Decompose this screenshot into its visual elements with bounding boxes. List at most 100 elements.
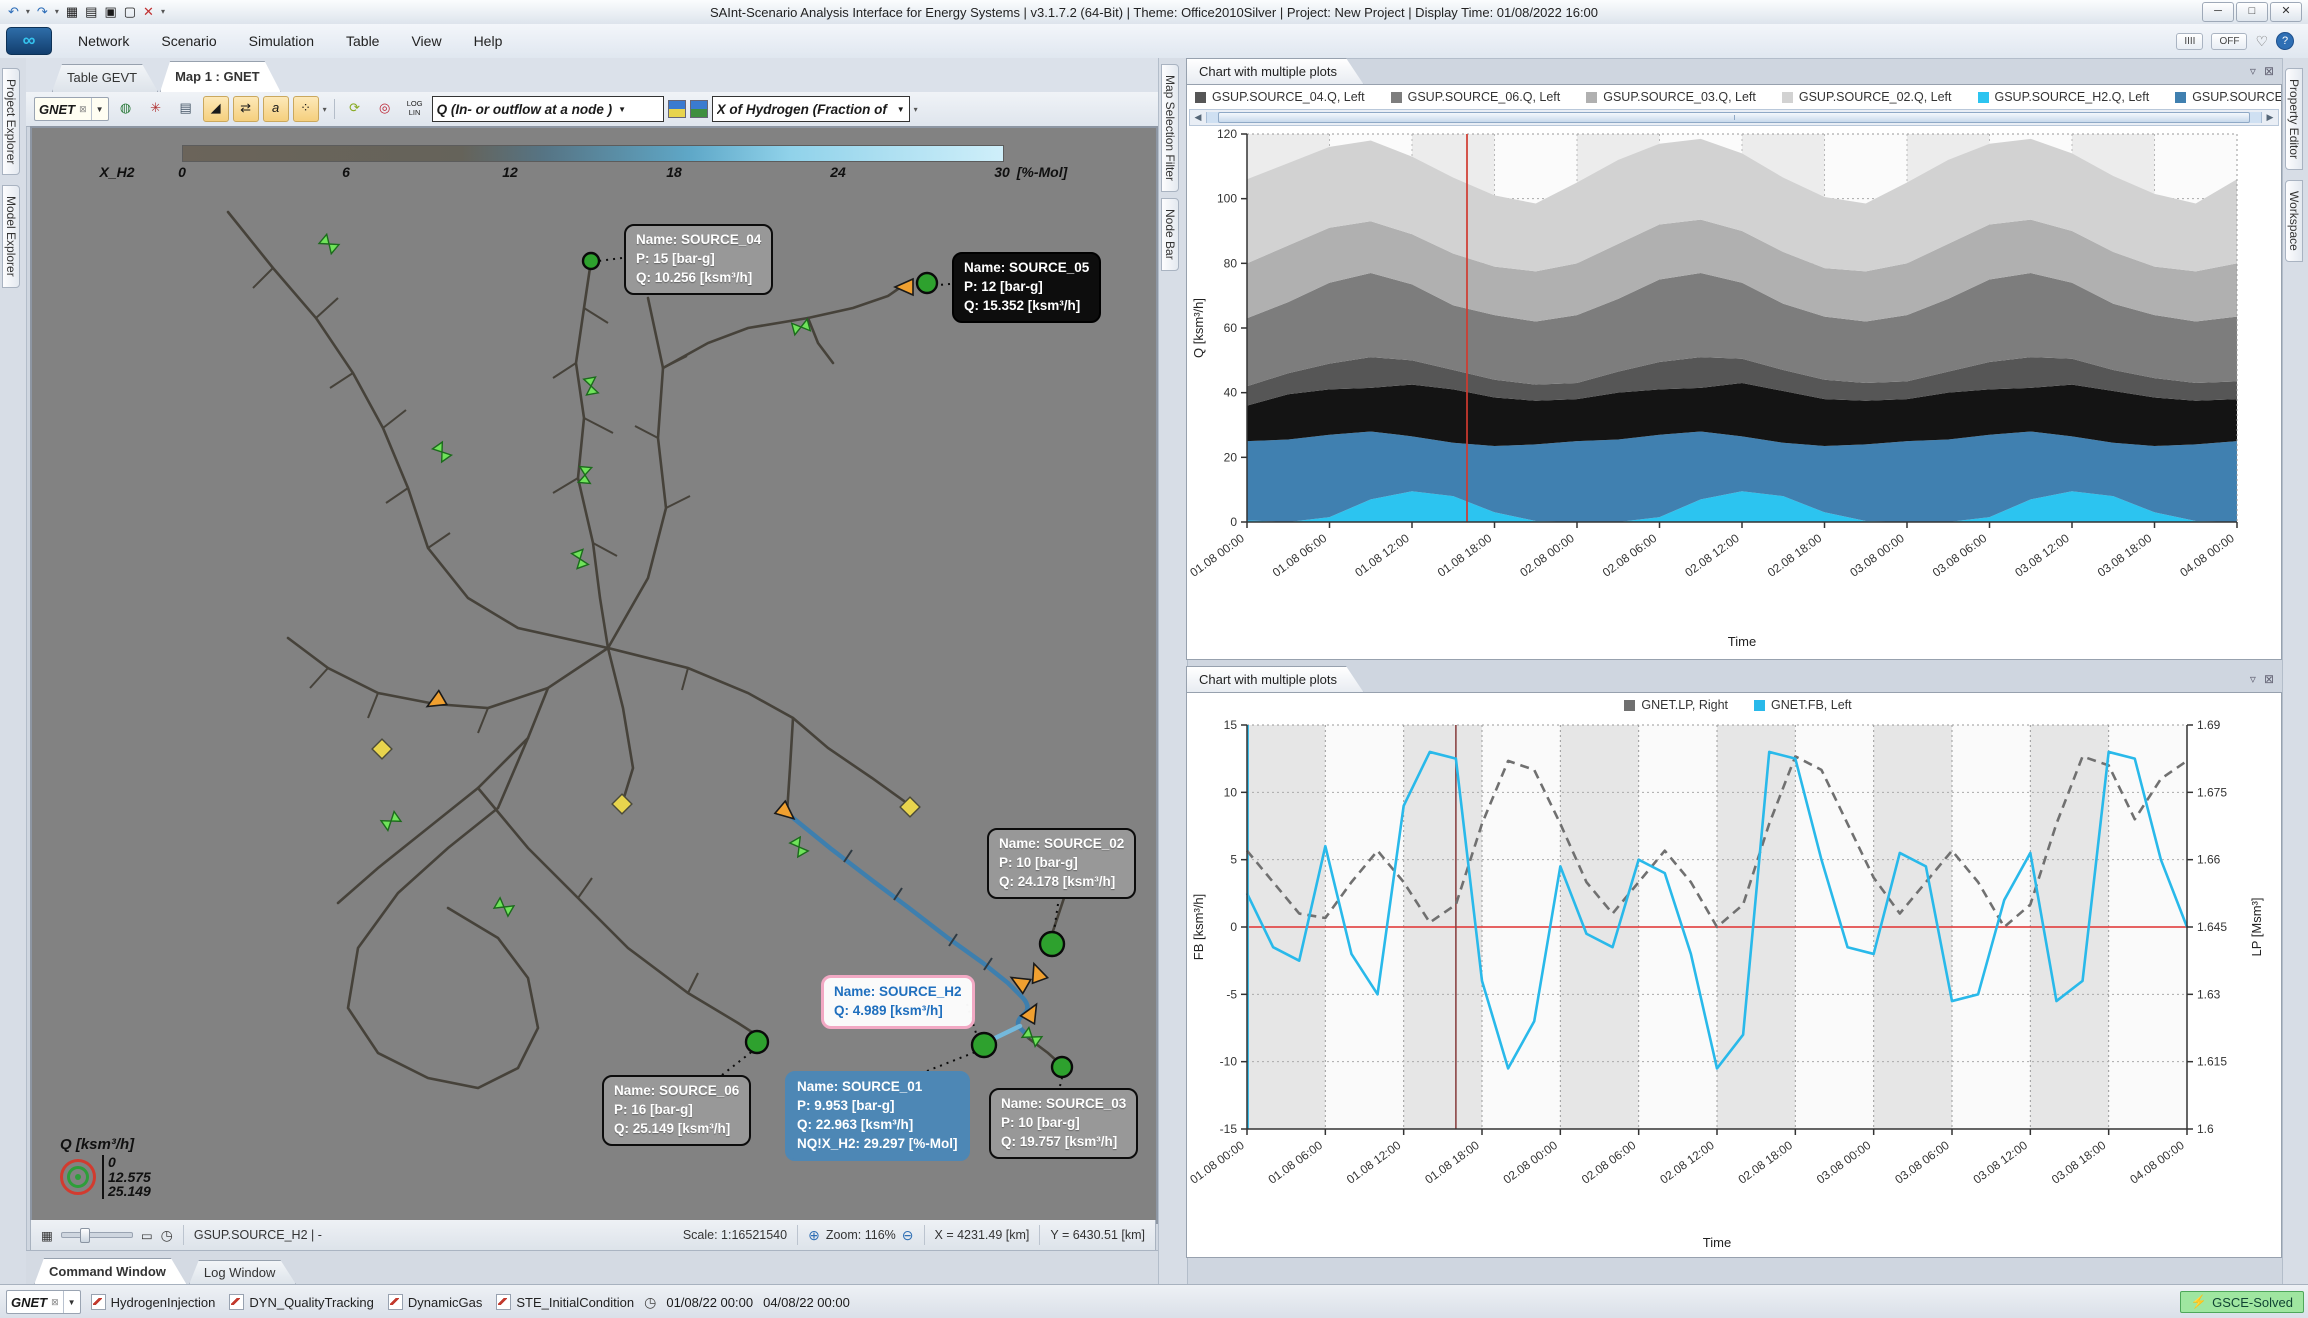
network-combo-clear-icon[interactable]: ⊠ <box>79 104 87 115</box>
delete-icon[interactable]: ✕ <box>141 3 156 21</box>
node-label-source_h2[interactable]: Name: SOURCE_H2Q: 4.989 [ksm³/h] <box>821 975 975 1029</box>
menu-help[interactable]: Help <box>458 29 519 53</box>
map-viewport[interactable]: X_H20612182430[%-Mol] Q [ksm³/h] 012.575… <box>30 126 1158 1224</box>
legend-item[interactable]: GSUP.SOURCE_06.Q, Left <box>1391 90 1561 104</box>
favorite-icon[interactable]: ♡ <box>2255 33 2268 50</box>
toolbar2-overflow-icon[interactable]: ▾ <box>914 105 918 114</box>
close-button[interactable]: ✕ <box>2270 2 2302 22</box>
target-icon[interactable]: ◎ <box>372 96 398 122</box>
node-label-source_04[interactable]: Name: SOURCE_04P: 15 [bar-g]Q: 10.256 [k… <box>624 224 773 295</box>
bars-toggle-button[interactable]: IIII <box>2176 33 2203 50</box>
legend-item[interactable]: GNET.FB, Left <box>1754 698 1852 712</box>
tab-project-explorer[interactable]: Project Explorer <box>2 68 20 175</box>
doc-tab-map-1-gnet[interactable]: Map 1 : GNET <box>160 61 281 92</box>
node-label-source_02[interactable]: Name: SOURCE_02P: 10 [bar-g]Q: 24.178 [k… <box>987 828 1136 899</box>
scenario-item-hydrogeninjection[interactable]: HydrogenInjection <box>91 1294 216 1310</box>
tab-node-bar[interactable]: Node Bar <box>1161 198 1179 271</box>
export-icon[interactable]: ▣ <box>102 3 118 21</box>
marker-size-icon[interactable]: ⁘ <box>293 96 319 122</box>
legend-item[interactable]: GSUP.SOURCE_02.Q, Left <box>1782 90 1952 104</box>
panel-menu-icon[interactable]: ▿ <box>2250 64 2256 78</box>
scenario-item-dyn_qualitytracking[interactable]: DYN_QualityTracking <box>229 1294 374 1310</box>
node-label-source_06[interactable]: Name: SOURCE_06P: 16 [bar-g]Q: 25.149 [k… <box>602 1075 751 1146</box>
tab-model-explorer[interactable]: Model Explorer <box>2 185 20 288</box>
scenario-file-icon <box>91 1294 106 1310</box>
scenario-item-ste_initialcondition[interactable]: STE_InitialCondition <box>496 1294 634 1310</box>
stacked-chart-tab[interactable]: Chart with multiple plots <box>1186 58 1364 85</box>
legend-item[interactable]: GSUP.SOURCE_01.Q, Left <box>2175 90 2281 104</box>
svg-text:5: 5 <box>1230 853 1237 867</box>
scenario-item-label: HydrogenInjection <box>111 1295 216 1310</box>
maximize-button[interactable]: □ <box>2236 2 2268 22</box>
scenario-network-dropdown-icon[interactable]: ▼ <box>63 1291 76 1313</box>
snapshot-icon[interactable]: ▢ <box>122 3 138 21</box>
panel-close-icon[interactable]: ⊠ <box>2264 64 2274 78</box>
menu-network[interactable]: Network <box>62 29 145 53</box>
ruler-icon[interactable]: ▭ <box>141 1228 153 1243</box>
globe-icon[interactable]: ◍ <box>113 96 139 122</box>
tab-command-window[interactable]: Command Window <box>34 1258 187 1285</box>
redo-dropdown-icon[interactable]: ▾ <box>53 3 61 21</box>
node-label-source_03[interactable]: Name: SOURCE_03P: 10 [bar-g]Q: 19.757 [k… <box>989 1088 1138 1159</box>
scroll-thumb[interactable] <box>1218 112 2251 123</box>
calculator-icon[interactable]: ▦ <box>64 3 80 21</box>
node-label-line: Name: SOURCE_03 <box>1001 1095 1126 1114</box>
legend-item[interactable]: GSUP.SOURCE_03.Q, Left <box>1586 90 1756 104</box>
network-combo-dropdown-icon[interactable]: ▼ <box>91 98 104 120</box>
solver-status-icon: ⚡ <box>2191 1294 2207 1310</box>
help-icon[interactable]: ? <box>2276 32 2294 50</box>
grid-toggle-icon[interactable]: ▦ <box>41 1228 53 1243</box>
line-chart-tab[interactable]: Chart with multiple plots <box>1186 666 1364 693</box>
timeline-slider[interactable] <box>61 1232 133 1238</box>
app-logo[interactable]: ∞ <box>6 27 52 55</box>
menu-table[interactable]: Table <box>330 29 395 53</box>
panel2-menu-icon[interactable]: ▿ <box>2250 672 2256 686</box>
scroll-right-icon[interactable]: ▶ <box>2262 112 2278 123</box>
network-combo[interactable]: GNET ⊠ ▼ <box>34 97 109 121</box>
node-label-source_01[interactable]: Name: SOURCE_01P: 9.953 [bar-g]Q: 22.963… <box>785 1071 970 1161</box>
group-overflow-icon[interactable]: ▾ <box>323 105 327 114</box>
undo-icon[interactable]: ↶ <box>6 3 21 21</box>
minimize-button[interactable]: ─ <box>2202 2 2234 22</box>
undo-dropdown-icon[interactable]: ▾ <box>24 3 32 21</box>
scenario-network-clear-icon[interactable]: ⊠ <box>51 1297 59 1308</box>
legend-item[interactable]: GSUP.SOURCE_04.Q, Left <box>1195 90 1365 104</box>
object-list-icon[interactable]: ▤ <box>173 96 199 122</box>
menu-simulation[interactable]: Simulation <box>233 29 330 53</box>
redo-icon[interactable]: ↷ <box>35 3 50 21</box>
node-label-line: Name: SOURCE_06 <box>614 1082 739 1101</box>
zoom-in-icon[interactable]: ⊕ <box>808 1227 820 1244</box>
theme-blue-yellow-icon[interactable] <box>668 100 686 118</box>
theme-blue-green-icon[interactable] <box>690 100 708 118</box>
panel2-close-icon[interactable]: ⊠ <box>2264 672 2274 686</box>
scenario-item-dynamicgas[interactable]: DynamicGas <box>388 1294 482 1310</box>
network-layout-icon[interactable]: ✳ <box>143 96 169 122</box>
menu-scenario[interactable]: Scenario <box>145 29 232 53</box>
charts-dock: Chart with multiple plots ▿ ⊠ GSUP.SOURCE… <box>1186 58 2282 1284</box>
refresh-map-icon[interactable]: ⟳ <box>342 96 368 122</box>
zoom-out-icon[interactable]: ⊖ <box>902 1227 914 1244</box>
save-state-icon[interactable]: ▤ <box>83 3 99 21</box>
log-lin-icon[interactable]: LOGLIN <box>402 95 428 124</box>
tab-log-window[interactable]: Log Window <box>189 1260 297 1285</box>
tab-map-selection-filter[interactable]: Map Selection Filter <box>1161 64 1179 192</box>
tab-property-editor[interactable]: Property Editor <box>2285 68 2303 170</box>
menu-view[interactable]: View <box>395 29 457 53</box>
range-slider-icon[interactable]: ⇄ <box>233 96 259 122</box>
off-toggle-button[interactable]: OFF <box>2211 33 2247 50</box>
scroll-left-icon[interactable]: ◀ <box>1190 112 1206 123</box>
time-step-icon[interactable]: ◷ <box>161 1227 173 1244</box>
doc-tab-table-gevt[interactable]: Table GEVT <box>52 64 158 92</box>
quality-select[interactable]: X of Hydrogen (Fraction of c▼ <box>712 96 910 122</box>
toolbar-overflow-icon[interactable]: ▾ <box>159 3 167 21</box>
legend-item[interactable]: GSUP.SOURCE_H2.Q, Left <box>1978 90 2150 104</box>
profile-chart-icon[interactable]: ◢ <box>203 96 229 122</box>
chart-hscrollbar[interactable]: ◀ ▶ <box>1189 109 2279 126</box>
tab-workspace[interactable]: Workspace <box>2285 180 2303 262</box>
scenario-network-combo[interactable]: GNET ⊠ ▼ <box>6 1290 81 1314</box>
legend-item[interactable]: GNET.LP, Right <box>1624 698 1728 712</box>
quantity-select[interactable]: Q (In- or outflow at a node )▼ <box>432 96 664 122</box>
label-icon[interactable]: a <box>263 96 289 122</box>
source-node-icons[interactable] <box>583 253 1072 1077</box>
node-label-source_05[interactable]: Name: SOURCE_05P: 12 [bar-g]Q: 15.352 [k… <box>952 252 1101 323</box>
